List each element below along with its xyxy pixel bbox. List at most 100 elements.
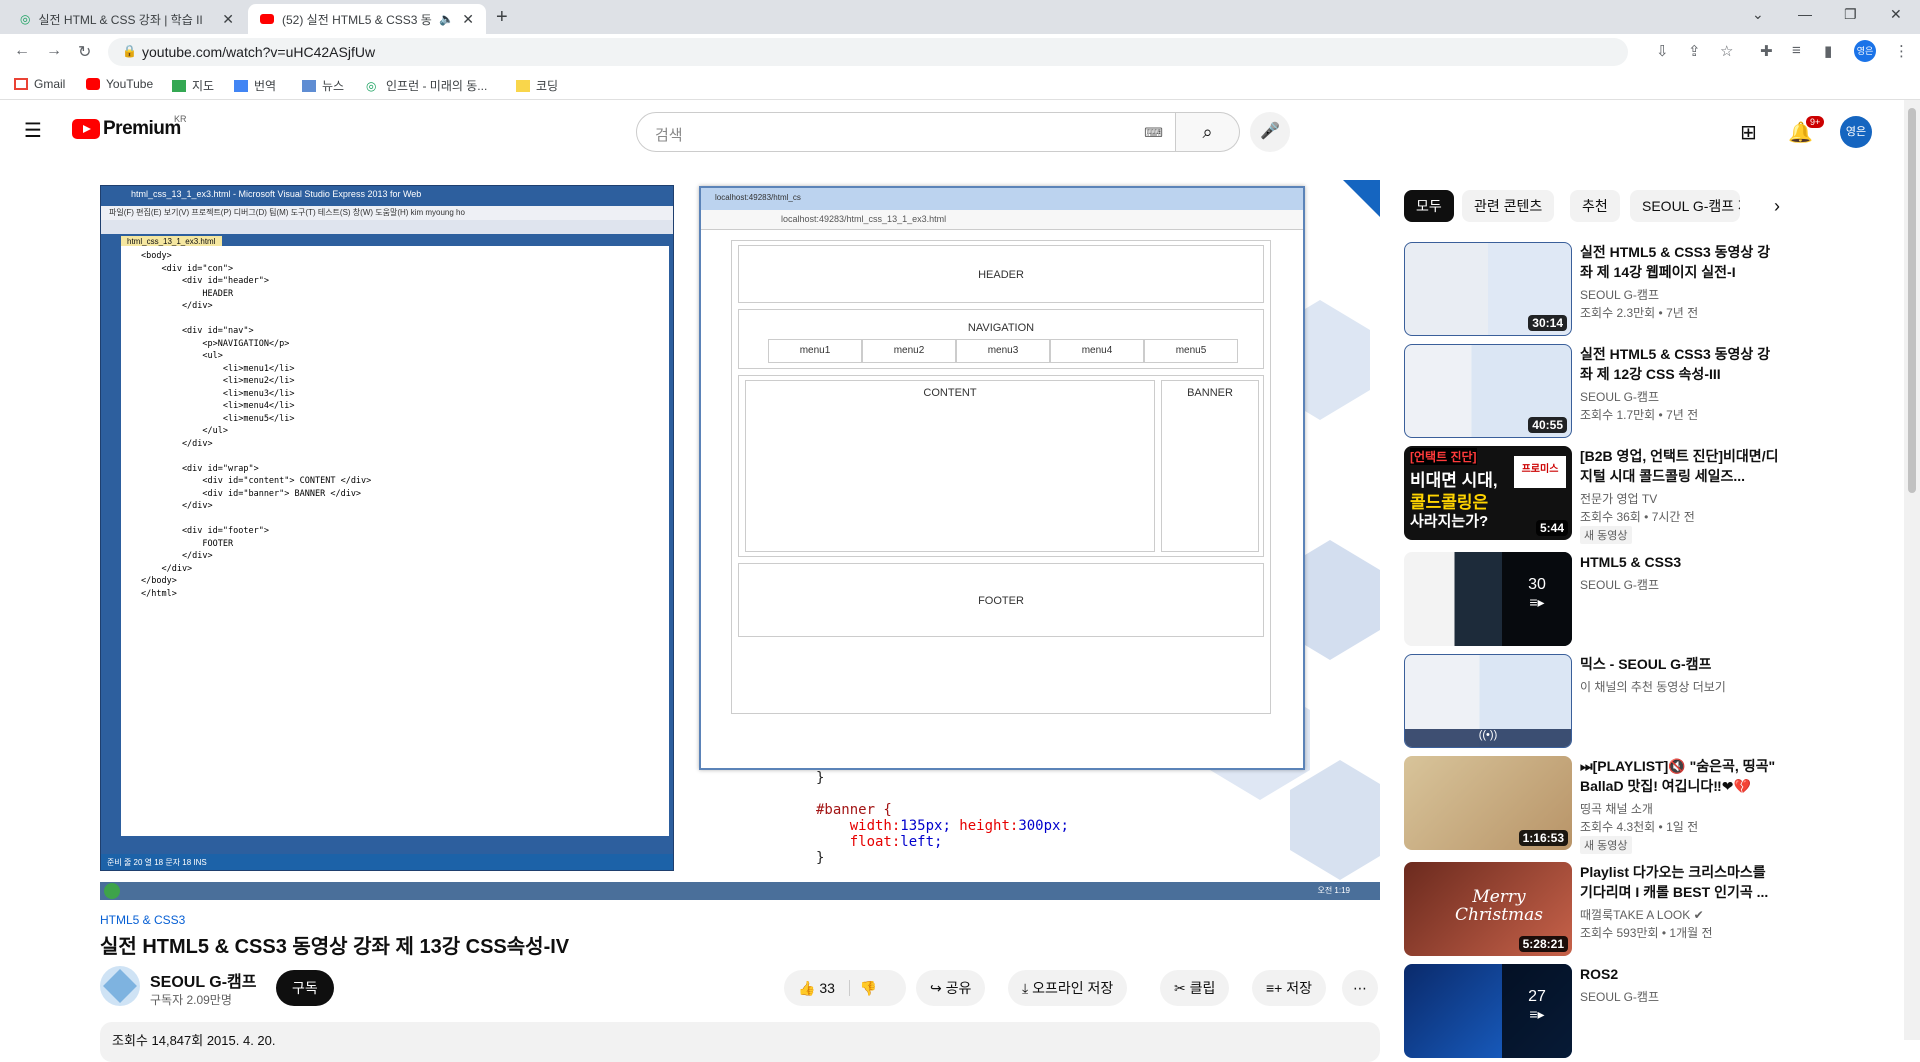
- minimize-button[interactable]: —: [1798, 6, 1812, 22]
- bookmark-translate[interactable]: 번역: [234, 77, 276, 94]
- rec-channel[interactable]: 때껄룩TAKE A LOOK ✔: [1580, 906, 1704, 923]
- rec-title[interactable]: [B2B 영업, 언택트 진단]비대면/디지털 시대 콜드콜링 세일즈...: [1580, 446, 1780, 486]
- rec-thumbnail[interactable]: ((•)): [1404, 654, 1572, 748]
- rec-title[interactable]: HTML5 & CSS3: [1580, 552, 1780, 572]
- bookmark-inflearn[interactable]: ◎ 인프런 - 미래의 동...: [366, 77, 487, 94]
- rec-item[interactable]: 40:55 실전 HTML5 & CSS3 동영상 강좌 제 12강 CSS 속…: [1404, 344, 1894, 438]
- install-icon[interactable]: ⇩: [1656, 42, 1669, 60]
- browser-tab-1[interactable]: ◎ 실전 HTML & CSS 강좌 | 학습 II ✕: [8, 4, 246, 34]
- extensions-icon[interactable]: ✚: [1760, 42, 1773, 60]
- close-window-button[interactable]: ✕: [1890, 6, 1902, 23]
- speaker-icon[interactable]: 🔈: [439, 12, 454, 26]
- rec-title[interactable]: ⏭[PLAYLIST]🔇 "숨은곡, 띵곡" BallaD 맛집! 여깁니다‼❤…: [1580, 756, 1780, 796]
- chip-all[interactable]: 모두: [1404, 190, 1454, 222]
- offline-save-button[interactable]: ⤓ 오프라인 저장: [1008, 970, 1128, 1006]
- rec-thumbnail[interactable]: [언택트 진단] 비대면 시대, 콜드콜링은 사라지는가? 프로미스 5:44: [1404, 446, 1572, 540]
- rec-thumbnail[interactable]: 40:55: [1404, 344, 1572, 438]
- search-button[interactable]: ⌕: [1176, 112, 1240, 152]
- create-video-icon[interactable]: ⊞: [1740, 120, 1757, 145]
- chevron-right-icon[interactable]: ›: [1774, 196, 1780, 217]
- bookmark-coding[interactable]: 코딩: [516, 77, 558, 94]
- rec-title[interactable]: 믹스 - SEOUL G-캠프: [1580, 654, 1780, 674]
- maximize-button[interactable]: ❐: [1844, 6, 1857, 23]
- like-button[interactable]: 👍 33: [798, 980, 835, 996]
- new-tab-button[interactable]: +: [496, 6, 508, 29]
- scrollbar-thumb[interactable]: [1908, 108, 1916, 493]
- bookmark-news[interactable]: 뉴스: [302, 77, 344, 94]
- vs-menu: 파일(F) 편집(E) 보기(V) 프로젝트(P) 디버그(D) 팀(M) 도구…: [101, 206, 673, 220]
- rec-title[interactable]: Playlist 다가오는 크리스마스를 기다리며 I 캐롤 BEST 인기곡 …: [1580, 862, 1780, 902]
- bookmark-maps[interactable]: 지도: [172, 77, 214, 94]
- bookmark-gmail[interactable]: Gmail: [14, 77, 65, 91]
- demo-footer: FOOTER: [738, 563, 1264, 637]
- rec-channel[interactable]: 이 채널의 추천 동영상 더보기: [1580, 678, 1726, 695]
- bookmark-label: 코딩: [536, 79, 559, 93]
- youtube-logo[interactable]: Premium KR: [72, 114, 187, 140]
- code-editor: <body> <div id="con"> <div id="header"> …: [121, 246, 669, 836]
- share-button[interactable]: ↪ 공유: [916, 970, 986, 1006]
- bookmark-label: 지도: [192, 79, 215, 93]
- voice-search-button[interactable]: 🎤: [1250, 112, 1290, 152]
- demo-header: HEADER: [738, 245, 1264, 303]
- menu-icon[interactable]: ⋮: [1894, 42, 1909, 60]
- rec-title[interactable]: 실전 HTML5 & CSS3 동영상 강좌 제 12강 CSS 속성-III: [1580, 344, 1780, 384]
- rec-channel[interactable]: 전문가 영업 TV: [1580, 490, 1657, 507]
- chip-related[interactable]: 관련 콘텐츠: [1462, 190, 1555, 222]
- rec-item[interactable]: Merry Christmas 5:28:21 Playlist 다가오는 크리…: [1404, 862, 1894, 956]
- share-arrow-icon: ↪: [930, 980, 942, 996]
- profile-avatar[interactable]: 영은: [1854, 40, 1876, 62]
- close-tab-icon[interactable]: ✕: [462, 11, 474, 28]
- reload-icon[interactable]: ↻: [78, 42, 91, 62]
- chip-recommended[interactable]: 추천: [1570, 190, 1620, 222]
- url-bar[interactable]: 🔒 youtube.com/watch?v=uHC42ASjfUw: [108, 38, 1628, 66]
- share-icon[interactable]: ⇪: [1688, 42, 1701, 60]
- rec-thumbnail[interactable]: 30:14: [1404, 242, 1572, 336]
- rec-thumbnail[interactable]: Merry Christmas 5:28:21: [1404, 862, 1572, 956]
- rec-item[interactable]: 27 ≡▸ ROS2 SEOUL G-캠프: [1404, 964, 1894, 1058]
- bookmark-star-icon[interactable]: ☆: [1720, 42, 1733, 60]
- rec-thumbnail[interactable]: 30 ≡▸: [1404, 552, 1572, 646]
- lock-icon[interactable]: 🔒: [122, 44, 137, 58]
- side-panel-icon[interactable]: ▮: [1824, 42, 1832, 60]
- rec-item[interactable]: 1:16:53 ⏭[PLAYLIST]🔇 "숨은곡, 띵곡" BallaD 맛집…: [1404, 756, 1894, 854]
- rec-title[interactable]: 실전 HTML5 & CSS3 동영상 강좌 제 14강 웹페이지 실전-I: [1580, 242, 1780, 282]
- forward-icon[interactable]: →: [46, 42, 62, 60]
- bookmark-youtube[interactable]: YouTube: [86, 77, 153, 91]
- page-scrollbar[interactable]: [1904, 100, 1920, 1040]
- dislike-button[interactable]: 👎: [848, 980, 878, 996]
- rec-channel[interactable]: 띵곡 채널 소개: [1580, 800, 1653, 817]
- channel-avatar[interactable]: [100, 966, 140, 1006]
- tab-search-icon[interactable]: ⌄: [1752, 6, 1764, 23]
- description-box[interactable]: 조회수 14,847회 2015. 4. 20.: [100, 1022, 1380, 1062]
- save-button[interactable]: ≡+ 저장: [1252, 970, 1327, 1006]
- rec-item[interactable]: 30:14 실전 HTML5 & CSS3 동영상 강좌 제 14강 웹페이지 …: [1404, 242, 1894, 336]
- thumb-text: 사라지는가?: [1410, 513, 1489, 530]
- rec-channel[interactable]: SEOUL G-캠프: [1580, 988, 1659, 1005]
- rec-item[interactable]: 30 ≡▸ HTML5 & CSS3 SEOUL G-캠프: [1404, 552, 1894, 646]
- rec-channel[interactable]: SEOUL G-캠프: [1580, 576, 1659, 593]
- duration-badge: 5:44: [1535, 520, 1568, 536]
- close-tab-icon[interactable]: ✕: [222, 11, 234, 28]
- back-icon[interactable]: ←: [14, 42, 30, 60]
- browser-tab-2[interactable]: (52) 실전 HTML5 & CSS3 동 🔈 ✕: [248, 4, 486, 34]
- chip-channel[interactable]: SEOUL G-캠프 제: [1630, 190, 1740, 222]
- rec-title[interactable]: ROS2: [1580, 964, 1780, 984]
- hamburger-menu-icon[interactable]: ☰: [24, 118, 42, 143]
- account-avatar[interactable]: 영은: [1840, 116, 1872, 148]
- reading-list-icon[interactable]: ≡: [1792, 42, 1801, 59]
- clip-button[interactable]: ✂ 클립: [1160, 970, 1230, 1006]
- rec-item[interactable]: [언택트 진단] 비대면 시대, 콜드콜링은 사라지는가? 프로미스 5:44 …: [1404, 446, 1894, 544]
- demo-content: CONTENT: [745, 380, 1155, 552]
- keyboard-icon[interactable]: ⌨: [1144, 125, 1163, 141]
- more-actions-button[interactable]: ⋯: [1342, 970, 1378, 1006]
- rec-item[interactable]: ((•)) 믹스 - SEOUL G-캠프 이 채널의 추천 동영상 더보기: [1404, 654, 1894, 748]
- video-player[interactable]: html_css_13_1_ex3.html - Microsoft Visua…: [100, 180, 1380, 900]
- subscribe-button[interactable]: 구독: [276, 970, 334, 1006]
- channel-name[interactable]: SEOUL G-캠프: [150, 968, 257, 992]
- rec-thumbnail[interactable]: 1:16:53: [1404, 756, 1572, 850]
- rec-channel[interactable]: SEOUL G-캠프: [1580, 286, 1659, 303]
- rec-thumbnail[interactable]: 27 ≡▸: [1404, 964, 1572, 1058]
- search-input[interactable]: 검색 ⌨: [636, 112, 1176, 152]
- rec-channel[interactable]: SEOUL G-캠프: [1580, 388, 1659, 405]
- playlist-link[interactable]: HTML5 & CSS3: [100, 913, 185, 927]
